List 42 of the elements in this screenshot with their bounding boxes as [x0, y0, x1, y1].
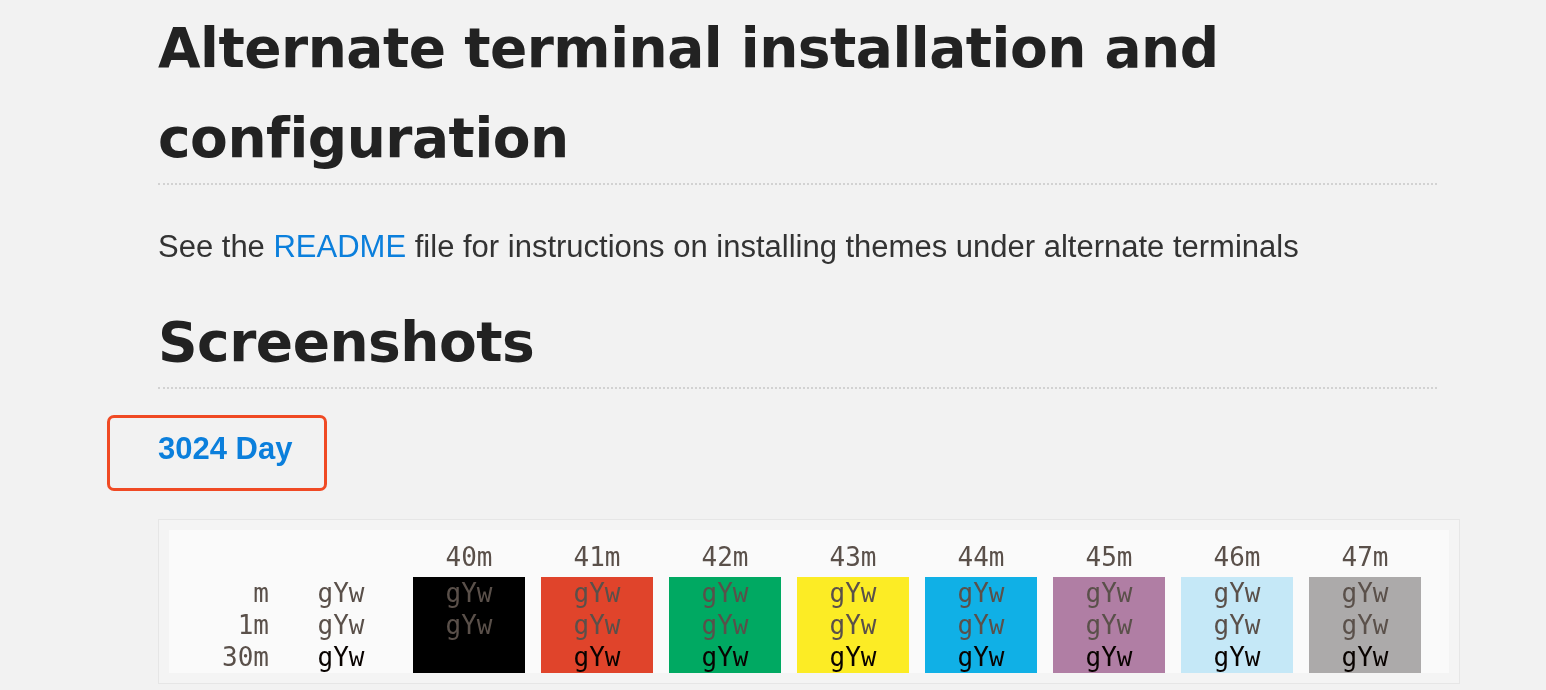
sample-text: gYw: [1213, 642, 1261, 672]
sample-text: gYw: [1085, 610, 1133, 640]
color-code-label: 43m: [829, 542, 877, 572]
section-heading: Screenshots: [158, 297, 1437, 389]
sample-text: gYw: [701, 578, 749, 608]
color-code-label: 44m: [957, 542, 1005, 572]
sample-text: gYw: [1085, 642, 1133, 672]
sample-text: gYw: [445, 578, 493, 608]
sample-text: gYw: [445, 610, 493, 640]
sample-text: gYw: [829, 642, 877, 672]
color-code-label: 41m: [573, 542, 621, 572]
color-code-label: 46m: [1213, 542, 1261, 572]
sample-text: gYw: [573, 578, 621, 608]
sample-text: gYw: [829, 610, 877, 640]
sample-text: gYw: [1213, 610, 1261, 640]
theme-link[interactable]: 3024 Day: [107, 415, 328, 491]
color-code-label: 42m: [701, 542, 749, 572]
description-text: See the README file for instructions on installing themes under alternate terminals: [158, 228, 1300, 266]
sample-text: gYw: [1341, 578, 1389, 608]
color-code-label: 47m: [1341, 542, 1389, 572]
sample-text: gYw: [573, 642, 621, 672]
sample-text: gYw: [957, 642, 1005, 672]
sample-text: gYw: [1213, 578, 1261, 608]
sample-text: gYw: [701, 610, 749, 640]
style-code-label: 1m: [237, 610, 269, 640]
sample-text: gYw: [957, 610, 1005, 640]
sample-text: gYw: [701, 642, 749, 672]
color-code-label: 45m: [1085, 542, 1133, 572]
sample-text: gYw: [573, 610, 621, 640]
style-code-label: m: [253, 578, 269, 608]
sample-text: gYw: [829, 578, 877, 608]
sample-text: gYw: [1341, 642, 1389, 672]
sample-text: gYw: [957, 578, 1005, 608]
sample-text: gYw: [1341, 610, 1389, 640]
section-heading: Alternate terminal installation and configuration: [158, 3, 1437, 185]
readme-link[interactable]: README: [273, 229, 407, 264]
sample-text: gYw: [317, 610, 365, 640]
sample-text: gYw: [317, 642, 365, 672]
sample-text: gYw: [1085, 578, 1133, 608]
color-code-label: 40m: [445, 542, 493, 572]
style-code-label: 30m: [222, 642, 269, 672]
sample-text: gYw: [317, 578, 365, 608]
